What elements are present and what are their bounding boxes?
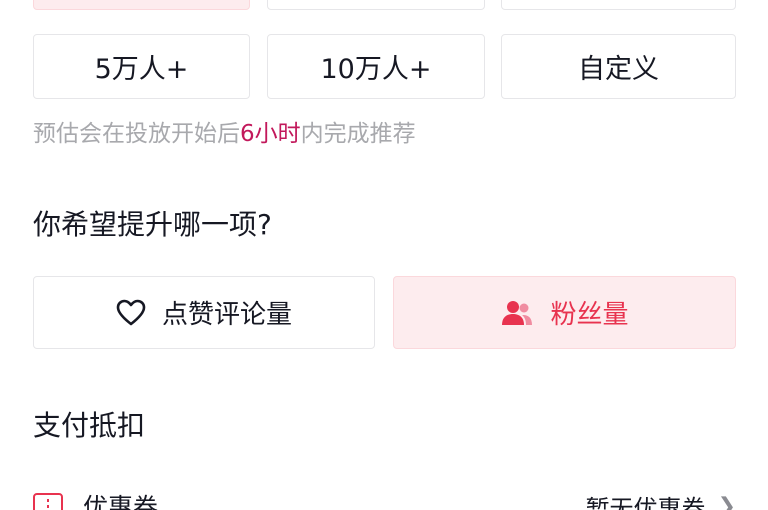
dou-plus-promotion-page: 5万人+ 10万人+ 自定义 预估会在投放开始后6小时内完成推荐 你希望提升哪一… (0, 0, 768, 510)
estimate-hint-highlight: 6小时 (240, 121, 301, 147)
audience-option-top-3[interactable] (501, 0, 736, 10)
heart-icon (116, 299, 146, 325)
goal-option-label: 点赞评论量 (161, 300, 292, 330)
audience-option-custom[interactable]: 自定义 (501, 34, 736, 99)
audience-option-top-1[interactable] (33, 0, 250, 10)
estimate-hint: 预估会在投放开始后6小时内完成推荐 (33, 121, 416, 147)
goal-option-followers[interactable]: 粉丝量 (393, 276, 736, 349)
audience-option-label: 自定义 (578, 54, 659, 85)
payment-section-title: 支付抵扣 (33, 409, 146, 442)
coupon-status: 暂无优惠券 (585, 494, 706, 510)
users-icon (502, 300, 533, 325)
audience-option-label: 10万人+ (320, 54, 432, 85)
coupon-icon (33, 493, 63, 510)
audience-option-top-2[interactable] (267, 0, 485, 10)
goal-option-likes-comments[interactable]: 点赞评论量 (33, 276, 375, 349)
goal-section-title: 你希望提升哪一项? (33, 208, 272, 241)
coupon-label: 优惠券 (83, 493, 159, 510)
goal-option-label: 粉丝量 (550, 300, 629, 330)
audience-option-label: 5万人+ (94, 54, 189, 85)
chevron-right-icon: ❯ (717, 493, 736, 510)
audience-option-50k[interactable]: 5万人+ (33, 34, 250, 99)
audience-option-100k[interactable]: 10万人+ (267, 34, 485, 99)
coupon-row[interactable]: 优惠券 暂无优惠券 ❯ (33, 486, 736, 510)
